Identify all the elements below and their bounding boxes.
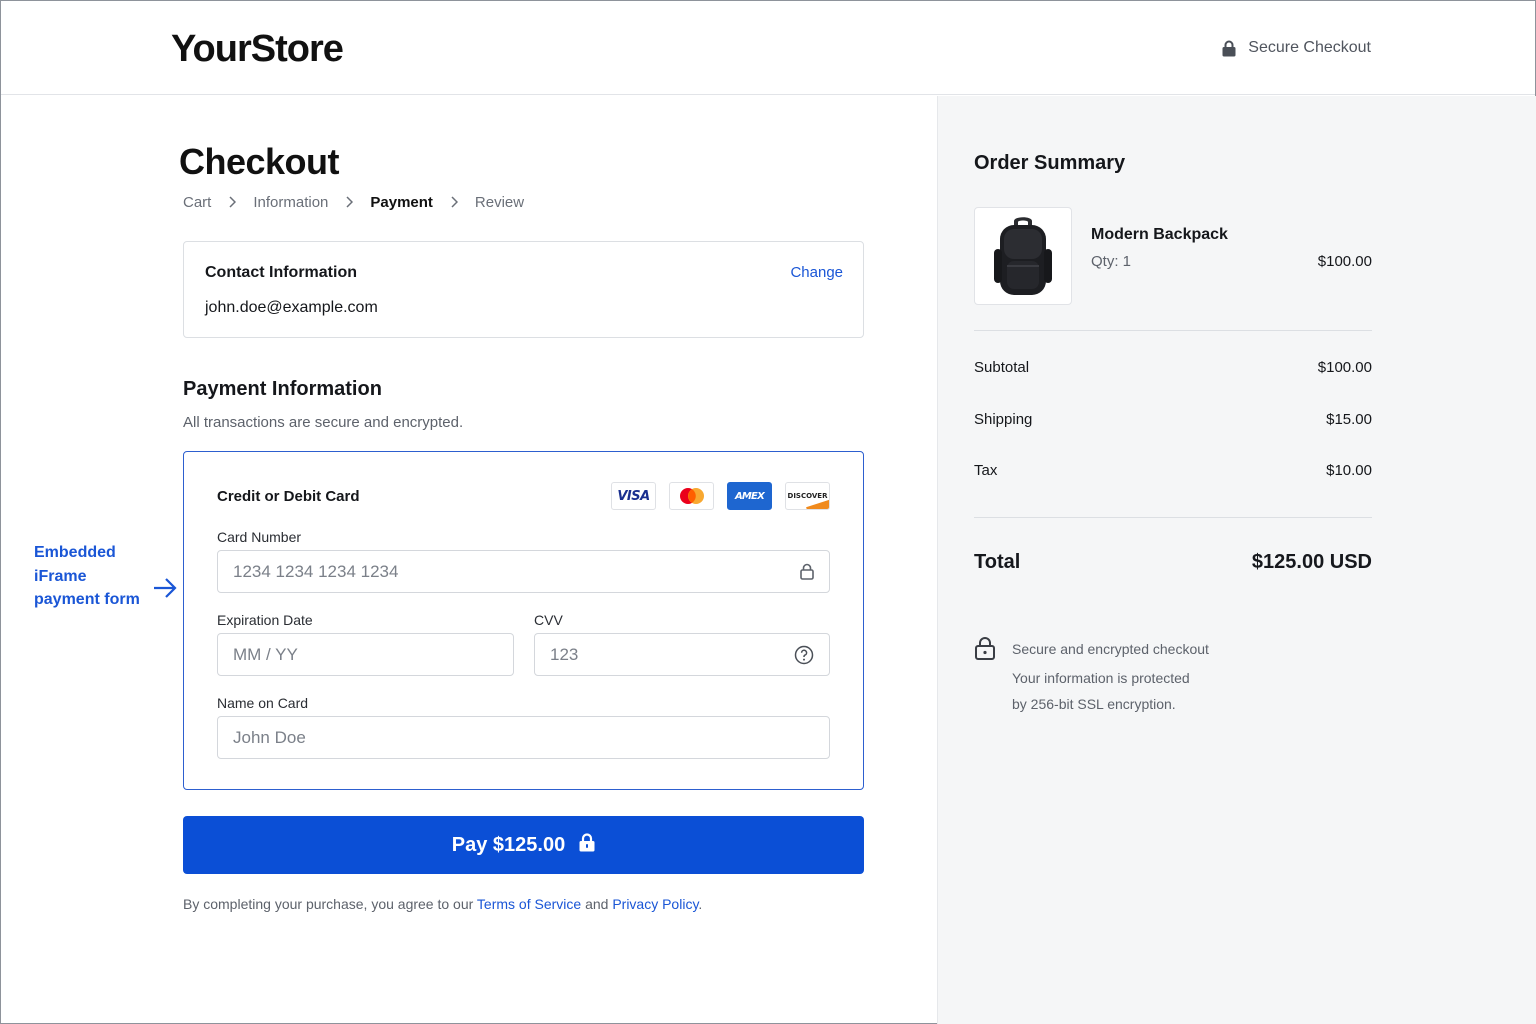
cvv-input[interactable]: 123 [534,633,830,676]
product-name: Modern Backpack [1091,226,1228,243]
discover-logo: DISCOVER [785,482,830,510]
chevron-right-icon [228,195,237,211]
total-value: $125.00 USD [1251,551,1372,573]
card-number-placeholder: 1234 1234 1234 1234 [233,561,399,581]
total-label: Total [974,551,1021,573]
secure-note-title: Secure and encrypted checkout [1012,641,1209,657]
arrow-right-icon [153,577,177,604]
card-number-input[interactable]: 1234 1234 1234 1234 [217,550,830,593]
tax-value: $10.00 [1326,462,1372,479]
legal-prefix: By completing your purchase, you agree t… [183,896,474,912]
subtotal-value: $100.00 [1317,359,1372,376]
breadcrumb-review[interactable]: Review [475,194,524,211]
order-summary-panel: Order Summary Modern Backpack Qty: 1 $10… [937,96,1536,1024]
secure-note: Secure and encrypted checkout Your infor… [974,636,1209,717]
card-number-label: Card Number [217,529,302,545]
name-on-card-placeholder: John Doe [233,727,306,747]
name-on-card-label: Name on Card [217,695,309,711]
summary-divider [974,517,1372,518]
chevron-right-icon [345,195,354,211]
checkout-page: YourStore Secure Checkout Checkout Cart … [0,0,1536,1024]
lock-icon [800,563,814,580]
store-logo[interactable]: YourStore [171,28,344,71]
shipping-label: Shipping [974,411,1033,428]
pay-button[interactable]: Pay $125.00 [183,816,864,874]
summary-divider [974,330,1372,331]
contact-title: Contact Information [205,264,357,281]
amex-logo: AMEX [727,482,772,510]
card-brands: VISA AMEX DISCOVER [611,482,830,510]
chevron-right-icon [450,195,458,211]
privacy-policy-link[interactable]: Privacy Policy [612,896,698,912]
order-summary-title: Order Summary [974,152,1126,174]
breadcrumb: Cart Information Payment Review [183,194,524,211]
iframe-annotation: Embedded iFrame payment form [34,544,140,608]
cvv-label: CVV [534,612,563,628]
cvv-placeholder: 123 [550,644,579,664]
discover-logo-text: DISCOVER [787,492,828,500]
discover-stripe [806,499,829,509]
secure-checkout-indicator: Secure Checkout [1222,39,1371,57]
lock-icon [579,832,595,858]
legal-suffix: . [698,896,703,912]
visa-logo: VISA [611,482,656,510]
product-price: $100.00 [1317,253,1372,270]
breadcrumb-information[interactable]: Information [253,194,328,211]
secure-note-line1: Your information is protected [1012,670,1190,686]
product-thumbnail [974,207,1072,305]
expiration-date-label: Expiration Date [217,612,313,628]
breadcrumb-payment[interactable]: Payment [370,194,433,211]
card-form-title: Credit or Debit Card [217,488,360,505]
terms-of-service-link[interactable]: Terms of Service [477,896,581,912]
lock-icon [1222,40,1236,57]
expiration-date-input[interactable]: MM / YY [217,633,514,676]
expiration-date-placeholder: MM / YY [233,644,298,664]
mastercard-logo [669,482,714,510]
top-bar: YourStore Secure Checkout [1,1,1535,95]
product-quantity: Qty: 1 [1091,253,1132,270]
secure-note-line2: by 256-bit SSL encryption. [1012,696,1176,712]
breadcrumb-cart[interactable]: Cart [183,194,211,211]
contact-information-card: Contact Information Change john.doe@exam… [183,241,864,338]
payment-section-subtitle: All transactions are secure and encrypte… [183,414,464,431]
shipping-value: $15.00 [1326,411,1372,428]
contact-email: john.doe@example.com [205,299,378,316]
legal-notice: By completing your purchase, you agree t… [183,896,702,912]
backpack-icon [994,217,1052,295]
page-title: Checkout [179,141,340,182]
embedded-payment-iframe: Credit or Debit Card VISA AMEX DISCOVER … [183,451,864,790]
name-on-card-input[interactable]: John Doe [217,716,830,759]
payment-section-title: Payment Information [183,378,382,400]
tax-label: Tax [974,462,998,479]
subtotal-label: Subtotal [974,359,1030,376]
lock-icon [974,636,996,717]
secure-checkout-label: Secure Checkout [1248,39,1371,56]
legal-and: and [585,896,609,912]
pay-button-label: Pay $125.00 [451,833,566,856]
change-contact-link[interactable]: Change [790,264,843,281]
help-circle-icon[interactable] [794,645,814,665]
